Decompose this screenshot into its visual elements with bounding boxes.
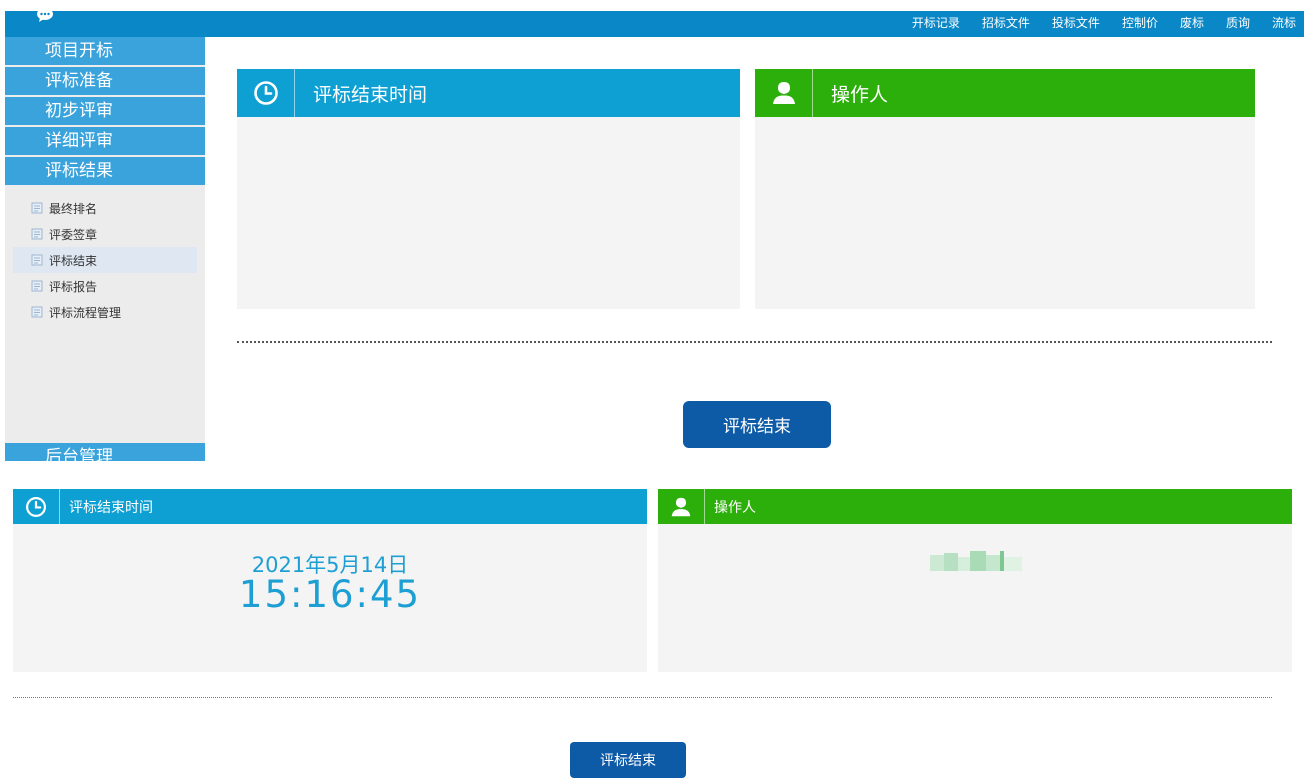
section-divider bbox=[13, 697, 1272, 698]
nav-failed-bid[interactable]: 流标 bbox=[1272, 11, 1296, 35]
user-icon bbox=[671, 497, 690, 516]
sidebar-item-detailed-review[interactable]: 详细评审 bbox=[5, 127, 205, 155]
submenu-item-committee-signature[interactable]: 评委签章 bbox=[13, 221, 197, 247]
nav-tender-documents[interactable]: 招标文件 bbox=[982, 11, 1030, 35]
nav-bid-opening-record[interactable]: 开标记录 bbox=[912, 11, 960, 35]
document-icon bbox=[31, 280, 43, 292]
submenu-item-label: 评标流程管理 bbox=[49, 305, 122, 320]
time-panel: 评标结束时间 bbox=[237, 69, 740, 309]
operator-panel-header: 操作人 bbox=[755, 69, 1255, 117]
document-icon bbox=[31, 306, 43, 318]
nav-bid-documents[interactable]: 投标文件 bbox=[1052, 11, 1100, 35]
chat-bubble-icon[interactable] bbox=[36, 8, 54, 22]
sidebar: 项目开标 评标准备 初步评审 详细评审 评标结果 最终排名 评委签章 评标结束 bbox=[5, 37, 205, 461]
operator-panel-detail: 操作人 bbox=[658, 489, 1292, 672]
operator-panel-title: 操作人 bbox=[714, 499, 756, 516]
operator-name-blurred bbox=[930, 551, 1022, 571]
document-icon bbox=[31, 228, 43, 240]
operator-panel-header: 操作人 bbox=[658, 489, 1292, 524]
top-nav: 开标记录 招标文件 投标文件 控制价 废标 质询 流标 bbox=[912, 11, 1296, 37]
document-icon bbox=[31, 202, 43, 214]
end-evaluation-button[interactable]: 评标结束 bbox=[683, 401, 831, 448]
submenu-item-label: 评标结束 bbox=[49, 253, 98, 268]
nav-control-price[interactable]: 控制价 bbox=[1122, 11, 1158, 35]
sidebar-item-project-opening[interactable]: 项目开标 bbox=[5, 37, 205, 65]
top-bar: 开标记录 招标文件 投标文件 控制价 废标 质询 流标 bbox=[5, 8, 1304, 37]
submenu-item-final-ranking[interactable]: 最终排名 bbox=[13, 195, 197, 221]
sidebar-submenu: 最终排名 评委签章 评标结束 评标报告 评标流程管理 bbox=[5, 187, 205, 325]
time-panel-header: 评标结束时间 bbox=[13, 489, 647, 524]
submenu-item-evaluation-report[interactable]: 评标报告 bbox=[13, 273, 197, 299]
time-panel-title: 评标结束时间 bbox=[313, 83, 428, 106]
clock-icon bbox=[253, 81, 278, 105]
submenu-item-evaluation-end[interactable]: 评标结束 bbox=[13, 247, 197, 273]
submenu-item-process-management[interactable]: 评标流程管理 bbox=[13, 299, 197, 325]
submenu-item-label: 评委签章 bbox=[49, 227, 98, 242]
nav-invalid-bid[interactable]: 废标 bbox=[1180, 11, 1204, 35]
clock-icon bbox=[25, 496, 46, 517]
submenu-item-label: 评标报告 bbox=[49, 279, 98, 294]
time-panel-detail: 评标结束时间 2021年5月14日 15:16:45 bbox=[13, 489, 647, 672]
nav-inquiry[interactable]: 质询 bbox=[1226, 11, 1250, 35]
time-panel-header: 评标结束时间 bbox=[237, 69, 740, 117]
sidebar-item-evaluation-prep[interactable]: 评标准备 bbox=[5, 67, 205, 95]
sidebar-item-evaluation-result[interactable]: 评标结果 bbox=[5, 157, 205, 185]
operator-panel: 操作人 bbox=[755, 69, 1255, 309]
document-icon bbox=[31, 254, 43, 266]
section-divider bbox=[237, 341, 1272, 343]
time-panel-title: 评标结束时间 bbox=[69, 499, 153, 516]
user-icon bbox=[772, 82, 795, 104]
end-evaluation-button[interactable]: 评标结束 bbox=[570, 742, 686, 778]
submenu-item-label: 最终排名 bbox=[49, 201, 98, 216]
operator-panel-title: 操作人 bbox=[831, 83, 889, 106]
sidebar-item-preliminary-review[interactable]: 初步评审 bbox=[5, 97, 205, 125]
end-time-text: 15:16:45 bbox=[238, 573, 422, 616]
sidebar-item-backend-management[interactable]: 后台管理 bbox=[5, 443, 205, 461]
